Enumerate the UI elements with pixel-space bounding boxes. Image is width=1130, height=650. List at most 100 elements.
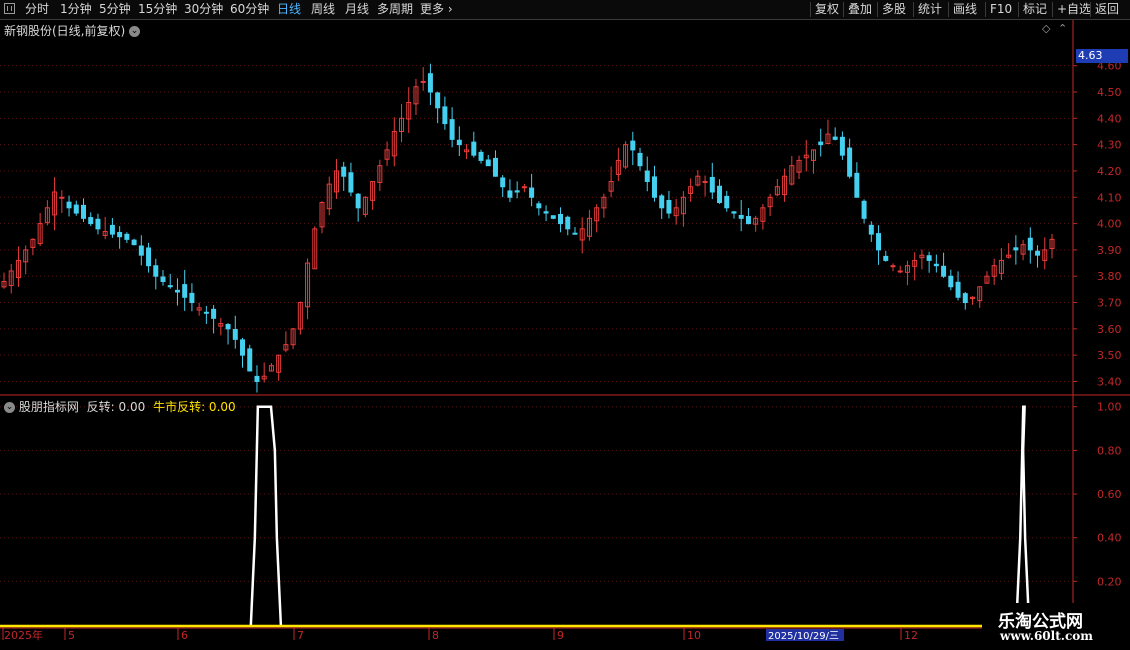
toolbar-button-4[interactable]: 画线 [953,1,977,18]
candle-body [926,255,932,261]
toolbar-button-7[interactable]: +自选 [1057,1,1091,18]
candle-body [738,214,744,219]
candle-body [81,204,87,219]
candle-body [146,247,152,267]
date-tick-label: 2025年 [4,628,43,642]
tab-3[interactable]: 15分钟 [138,1,177,18]
candle-body [630,140,636,151]
toolbar-button-6[interactable]: 标记 [1023,1,1047,18]
candle-body [160,276,166,282]
toolbar-button-0[interactable]: 复权 [815,1,839,18]
diamond-icon[interactable]: ◇ [1042,22,1050,35]
period-toolbar: 分时 1分钟 5分钟 15分钟 30分钟 60分钟 日线 周线 月线 多周期 更多 › 复权 叠加 多股… [0,0,1130,20]
candle-body [847,147,853,177]
date-tick-label: 10 [687,629,701,642]
caret-up-icon[interactable]: ⌃ [1058,22,1067,35]
chart-area[interactable]: 4.604.504.404.304.204.104.003.903.803.70… [0,20,1130,650]
candle-body [514,190,520,193]
toolbar-separator [843,2,844,17]
indicator-value-1: 反转: 0.00 [86,400,146,414]
candle-body [254,375,260,382]
tab-2[interactable]: 5分钟 [99,1,131,18]
date-tick-label: 7 [297,629,304,642]
candle-body [167,285,173,288]
candle-body [702,180,708,183]
candle-body [225,324,231,330]
candle-body [492,157,498,177]
candle-body [348,172,354,193]
price-tick-label: 3.80 [1097,270,1122,283]
toolbar-separator [985,2,986,17]
price-tick-label: 4.10 [1097,191,1122,204]
candle-body [109,224,115,235]
candle-body [420,80,426,83]
candle-body [651,176,657,198]
tab-1[interactable]: 1分钟 [60,1,92,18]
tab-5[interactable]: 60分钟 [230,1,269,18]
tab-10[interactable]: 更多 › [420,1,453,18]
tab-4[interactable]: 30分钟 [184,1,223,18]
candle-body [427,73,433,93]
toolbar-button-8[interactable]: 返回 [1095,1,1119,18]
toolbar-separator [913,2,914,17]
indicator-title-block: ⌄ 股朋指标网 反转: 0.00 牛市反转: 0.00 [4,398,236,415]
candle-body [637,152,643,167]
toolbar-button-3[interactable]: 统计 [918,1,942,18]
system-menu-icon[interactable] [4,3,15,14]
candle-body [876,233,882,251]
price-tick-label: 4.50 [1097,86,1122,99]
tab-6[interactable]: 日线 [277,1,301,18]
tab-0[interactable]: 分时 [25,1,49,18]
candle-body [485,159,491,167]
candle-body [572,232,578,235]
date-tick-label: 5 [68,629,75,642]
candle-body [211,308,217,319]
tab-7[interactable]: 周线 [311,1,335,18]
candle-body [240,339,246,356]
candle-body [131,239,137,246]
candle-body [355,193,361,209]
toolbar-button-2[interactable]: 多股 [882,1,906,18]
candle-body [962,293,968,304]
toolbar-separator [1018,2,1019,17]
candle-body [854,172,860,198]
candle-body [449,119,455,140]
candle-body [1035,250,1041,256]
current-price-badge: 4.63 [1076,49,1128,63]
candle-body [153,265,159,277]
chevron-down-icon[interactable]: ⌄ [129,26,141,37]
candle-body [442,106,448,125]
price-tick-label: 4.40 [1097,112,1122,125]
candle-body [174,289,180,293]
indicator-tick-label: 0.60 [1097,488,1122,501]
candle-body [818,141,824,146]
date-tick-label: 6 [181,629,188,642]
toolbar-separator [810,2,811,17]
candle-body [88,217,94,225]
price-tick-label: 3.40 [1097,375,1122,388]
candle-body [1013,247,1019,251]
candle-body [1027,237,1033,251]
candle-body [232,329,238,340]
candle-body [478,151,484,161]
indicator-name: 股朋指标网 [18,400,79,414]
toolbar-button-1[interactable]: 叠加 [848,1,872,18]
candle-body [550,215,556,219]
price-tick-label: 4.00 [1097,218,1122,231]
toolbar-separator [877,2,878,17]
candle-body [95,218,101,230]
candle-body [59,196,65,199]
date-tick-label: 12 [904,629,918,642]
price-tick-label: 4.20 [1097,165,1122,178]
candle-body [521,186,527,189]
candle-body [247,348,253,372]
collapse-icon[interactable]: ⌄ [4,402,15,413]
toolbar-button-5[interactable]: F10 [990,1,1012,18]
main-chart-title-block: 新钢股份(日线,前复权) ⌄ [4,22,141,39]
price-tick-label: 3.90 [1097,244,1122,257]
indicator-tick-label: 0.80 [1097,444,1122,457]
candle-body [565,216,571,230]
candle-body [507,190,513,198]
tab-8[interactable]: 月线 [345,1,369,18]
tab-9[interactable]: 多周期 [377,1,413,18]
